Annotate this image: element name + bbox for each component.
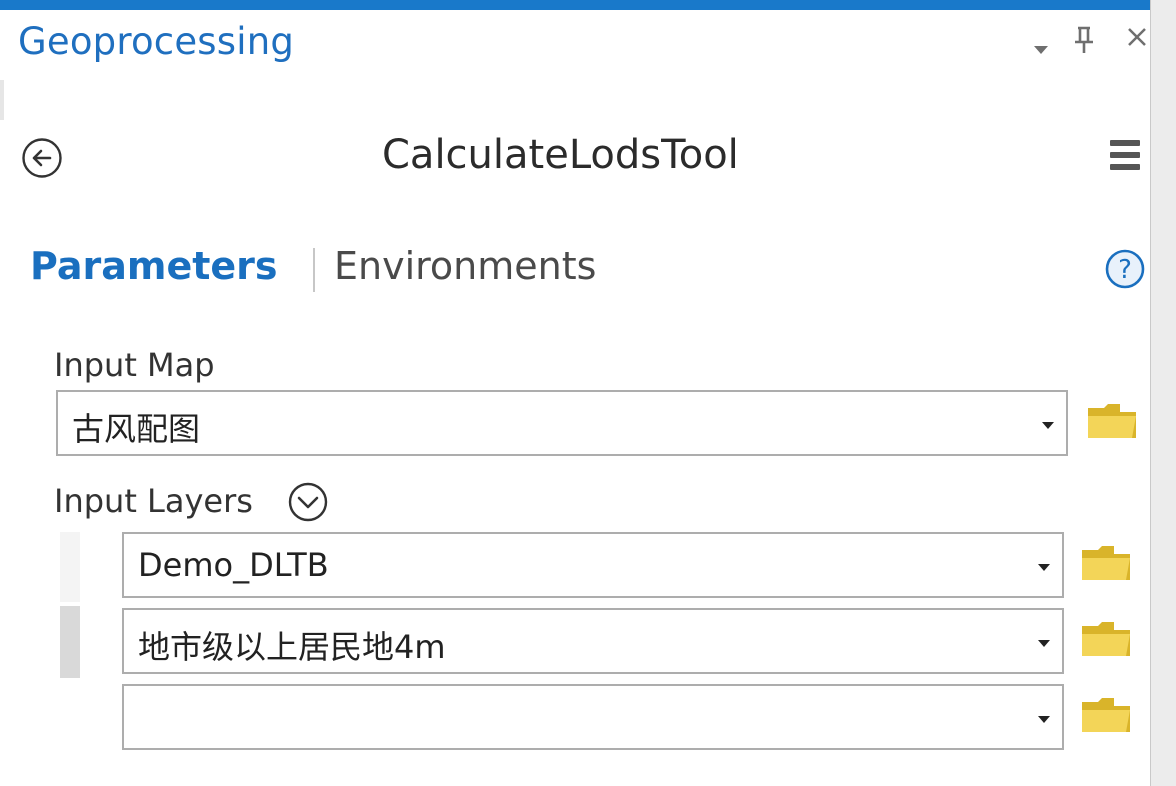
pin-icon[interactable]	[1074, 26, 1094, 59]
chevron-down-icon[interactable]	[1042, 422, 1054, 429]
tab-divider	[313, 248, 315, 292]
row-strip	[60, 532, 80, 602]
input-layer-dropdown-2[interactable]: 地市级以上居民地4m	[122, 608, 1064, 674]
tab-parameters[interactable]: Parameters	[30, 244, 278, 288]
input-map-value: 古风配图	[72, 410, 201, 448]
tool-title: CalculateLodsTool	[382, 132, 739, 178]
input-layer-value-1: Demo_DLTB	[138, 546, 329, 584]
back-arrow-circle-icon	[22, 138, 62, 178]
chevron-down-icon[interactable]	[1038, 716, 1050, 723]
browse-folder-icon[interactable]	[1080, 542, 1132, 584]
close-icon[interactable]	[1126, 24, 1148, 54]
input-layer-dropdown-3[interactable]	[122, 684, 1064, 750]
chevron-down-icon[interactable]	[1038, 640, 1050, 647]
input-map-label: Input Map	[54, 346, 215, 384]
help-question-icon[interactable]: ?	[1104, 248, 1146, 290]
input-layer-dropdown-1[interactable]: Demo_DLTB	[122, 532, 1064, 598]
hamburger-menu-icon[interactable]	[1110, 140, 1140, 172]
pane-right-edge	[1150, 0, 1176, 786]
expand-chevron-icon[interactable]	[286, 480, 330, 524]
browse-folder-icon[interactable]	[1080, 618, 1132, 660]
pane-left-gutter	[0, 80, 4, 120]
pane-title: Geoprocessing	[18, 20, 295, 63]
title-bar-accent	[0, 0, 1150, 10]
svg-text:?: ?	[1118, 255, 1132, 285]
drag-handle[interactable]	[60, 606, 80, 678]
pane-options-dropdown-icon[interactable]	[1034, 40, 1048, 59]
input-map-dropdown[interactable]: 古风配图	[56, 390, 1068, 456]
browse-folder-icon[interactable]	[1086, 400, 1138, 442]
back-button[interactable]	[20, 136, 64, 180]
browse-folder-icon[interactable]	[1080, 694, 1132, 736]
chevron-down-icon[interactable]	[1038, 564, 1050, 571]
input-layer-value-2: 地市级以上居民地4m	[138, 628, 446, 666]
tab-environments[interactable]: Environments	[334, 244, 596, 288]
input-layers-label: Input Layers	[54, 482, 253, 520]
